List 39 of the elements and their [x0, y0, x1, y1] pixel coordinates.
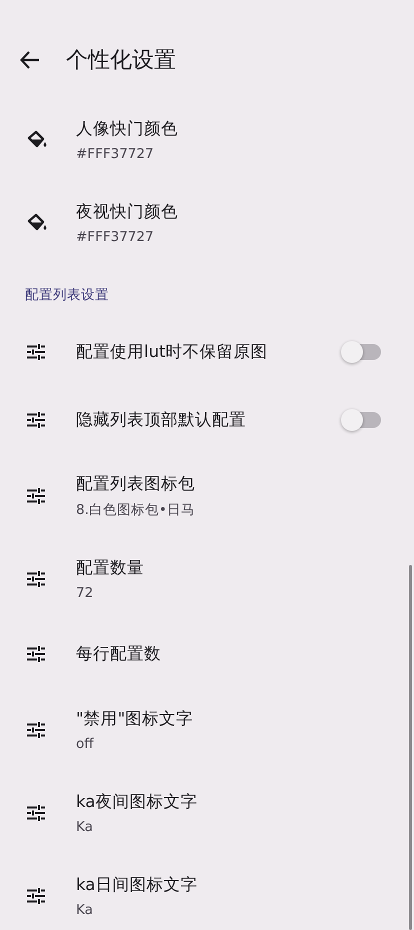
setting-title: 夜视快门颜色 — [76, 200, 179, 222]
setting-row[interactable]: "禁用"图标文字 off — [0, 688, 409, 771]
setting-title: ka夜间图标文字 — [76, 790, 198, 812]
setting-title: 配置列表图标包 — [76, 472, 196, 494]
setting-summary: #FFF37727 — [76, 228, 155, 244]
setting-row[interactable]: ka日间图标文字 Ka — [0, 854, 409, 930]
setting-row[interactable]: 人像快门颜色 #FFF37727 — [0, 98, 409, 181]
sliders-icon — [26, 722, 46, 738]
sliders-icon — [26, 570, 46, 586]
page-title: 个性化设置 — [66, 47, 176, 75]
setting-summary: Ka — [76, 902, 94, 918]
setting-summary: off — [76, 736, 95, 752]
paint-bucket-icon — [26, 130, 48, 150]
setting-row[interactable]: 配置列表图标包 8.白色图标包•日马 — [0, 454, 409, 537]
setting-row[interactable]: 隐藏列表顶部默认配置 — [0, 386, 409, 454]
sliders-icon — [26, 888, 46, 904]
sliders-icon — [26, 804, 46, 820]
setting-row[interactable]: 配置数量 72 — [0, 537, 409, 620]
setting-title: ka日间图标文字 — [76, 874, 198, 896]
setting-title: 隐藏列表顶部默认配置 — [76, 409, 247, 431]
paint-bucket-icon — [26, 212, 48, 232]
setting-summary: #FFF37727 — [76, 146, 155, 162]
setting-row[interactable]: 每行配置数 — [0, 620, 409, 688]
setting-summary: Ka — [76, 818, 94, 834]
setting-title: 人像快门颜色 — [76, 118, 179, 140]
setting-title: 配置使用lut时不保留原图 — [76, 341, 269, 363]
setting-title: 每行配置数 — [76, 643, 162, 665]
sliders-icon — [26, 344, 46, 360]
setting-row[interactable]: 夜视快门颜色 #FFF37727 — [0, 181, 409, 264]
setting-summary: 8.白色图标包•日马 — [76, 500, 196, 518]
setting-title: 配置数量 — [76, 556, 145, 578]
setting-summary: 72 — [76, 584, 94, 600]
setting-row[interactable]: 配置使用lut时不保留原图 — [0, 318, 409, 386]
sliders-icon — [26, 488, 46, 504]
section-heading: 配置列表设置 — [24, 286, 110, 305]
sliders-icon — [26, 412, 46, 428]
sliders-icon — [26, 646, 46, 662]
setting-row[interactable]: ka夜间图标文字 Ka — [0, 771, 409, 854]
setting-title: "禁用"图标文字 — [76, 708, 194, 730]
